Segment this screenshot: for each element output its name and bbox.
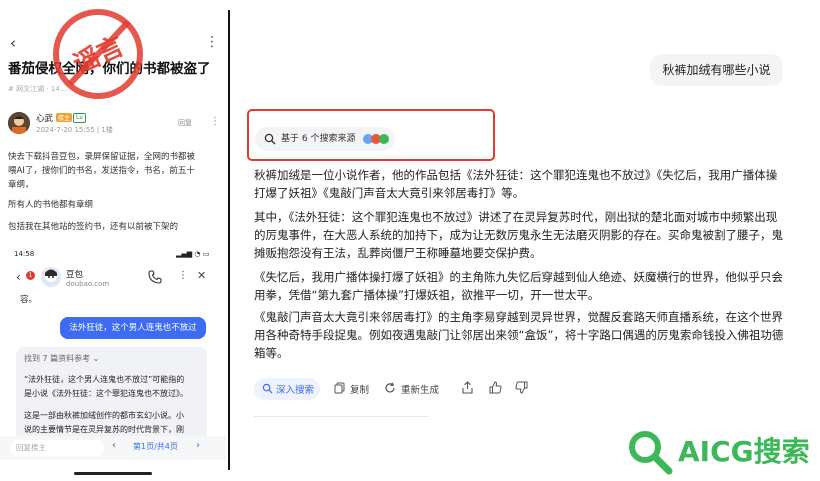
post-body-line: 快去下载抖音豆包，录屏保留证据，全网的书都被 <box>8 152 196 162</box>
deep-search-icon <box>262 383 273 394</box>
status-time: 14:58 <box>14 250 35 258</box>
chat-more-icon[interactable]: ⋮ <box>178 270 188 281</box>
page-indicator[interactable]: 第1页/共4页 <box>133 441 178 452</box>
source-favicon <box>379 134 389 144</box>
user-message: 法外狂徒，这个男人连鬼也不放过 <box>60 317 206 339</box>
bot-avatar[interactable] <box>41 267 61 287</box>
watermark-text: AICG搜索 <box>678 435 810 468</box>
thumbs-down-icon[interactable] <box>515 381 528 394</box>
copy-icon[interactable] <box>334 382 345 394</box>
back-icon[interactable]: ‹ <box>10 34 16 52</box>
reply-button[interactable]: 回复 <box>178 118 192 128</box>
phone-screenshot-panel: ‹ ⋮ 番茄侵权全网，你们的书都被盗了 # 网文江湖 · 14… 心武 楼主 L… <box>0 0 226 481</box>
bot-name: 豆包 <box>66 270 84 280</box>
answer-line: “法外狂徒，这个男人连鬼也不放过”可能指的 <box>24 375 185 384</box>
more-vertical-icon[interactable]: ⋮ <box>205 34 219 50</box>
thumbs-up-icon[interactable] <box>489 381 502 394</box>
chat-back-icon[interactable]: ‹ <box>16 270 21 284</box>
copy-button[interactable]: 复制 <box>350 382 369 396</box>
answer-divider <box>254 416 429 417</box>
bot-domain: doubao.com <box>66 280 110 288</box>
post-body-line: 喂AI了，搜你们的书名，发送指令，书名，前五十 <box>8 166 195 176</box>
answer-line: 说的主要情节是在灵异复苏的时代背景下，刚 <box>24 425 184 434</box>
panel-divider <box>228 10 230 470</box>
post-body-line: 所有人的书他都有章纲 <box>8 200 94 210</box>
unread-badge: 1 <box>26 271 35 280</box>
author-avatar[interactable] <box>8 112 30 134</box>
home-indicator <box>74 472 152 475</box>
prev-page-icon[interactable]: ‹ <box>112 440 116 451</box>
author-badge: 楼主 <box>56 113 73 122</box>
search-sources-label: 基于 6 个搜索来源 <box>281 134 356 144</box>
status-icons: ▂▄▆ ◔ ▭ <box>176 250 210 258</box>
regenerate-button[interactable]: 重新生成 <box>401 382 439 396</box>
answer-line: 这是一部由秋裤加绒创作的都市玄幻小说。小 <box>24 411 184 420</box>
avatar-image <box>8 112 30 134</box>
next-page-icon[interactable]: › <box>196 440 200 451</box>
bot-message-snippet: 容。 <box>20 295 38 305</box>
share-icon[interactable] <box>461 381 474 394</box>
bot-avatar-image <box>41 267 61 287</box>
user-question: 秋裤加绒有哪些小说 <box>650 54 783 86</box>
phone-icon[interactable] <box>148 270 162 284</box>
post-body-line: 包括我在其他站的签约书，还有以前被下架的 <box>8 222 179 232</box>
regenerate-icon[interactable] <box>384 382 396 394</box>
answer-line: 是小说《法外狂徒：这个罪犯连鬼也不放过》。 <box>24 389 188 398</box>
post-time: 2024-7-20 15:55 | 1楼 <box>36 126 113 134</box>
post-more-icon[interactable]: ⋮ <box>210 116 220 127</box>
answer-paragraph: 其中，《法外狂徒：这个罪犯连鬼也不放过》讲述了在灵异复苏时代，刚出狱的楚北面对城… <box>254 210 783 260</box>
level-badge: Lv <box>73 113 86 123</box>
post-body-line: 章纲， <box>8 180 34 190</box>
deep-search-label: 深入搜索 <box>276 385 315 396</box>
answer-paragraph: 《失忆后，我用广播体操打爆了妖祖》的主角陈九失忆后穿越到仙人绝迹、妖魔横行的世界… <box>254 270 783 302</box>
answer-paragraph: 《鬼敲门声音太大竟引来邻居毒打》的主角李易穿越到灵异世界，觉醒反套路天师直播系统… <box>254 310 784 360</box>
rumor-stamp: 谣言 <box>53 9 143 99</box>
references-toggle[interactable]: 找到 7 篇资料参考 ⌄ <box>24 353 99 364</box>
close-icon[interactable]: ✕ <box>197 269 206 282</box>
answer-paragraph: 秋裤加绒是一位小说作者，他的作品包括《法外狂徒：这个罪犯连鬼也不放过》《失忆后，… <box>254 168 778 200</box>
reply-input[interactable]: 回复楼主 <box>10 440 104 456</box>
stamp-text: 谣言 <box>69 31 129 80</box>
author-name[interactable]: 心武 <box>36 112 53 124</box>
search-icon <box>264 133 276 145</box>
reference-answer: 找到 7 篇资料参考 ⌄ “法外狂徒，这个男人连鬼也不放过”可能指的 是小说《法… <box>16 347 207 447</box>
watermark-search-icon <box>629 431 673 475</box>
